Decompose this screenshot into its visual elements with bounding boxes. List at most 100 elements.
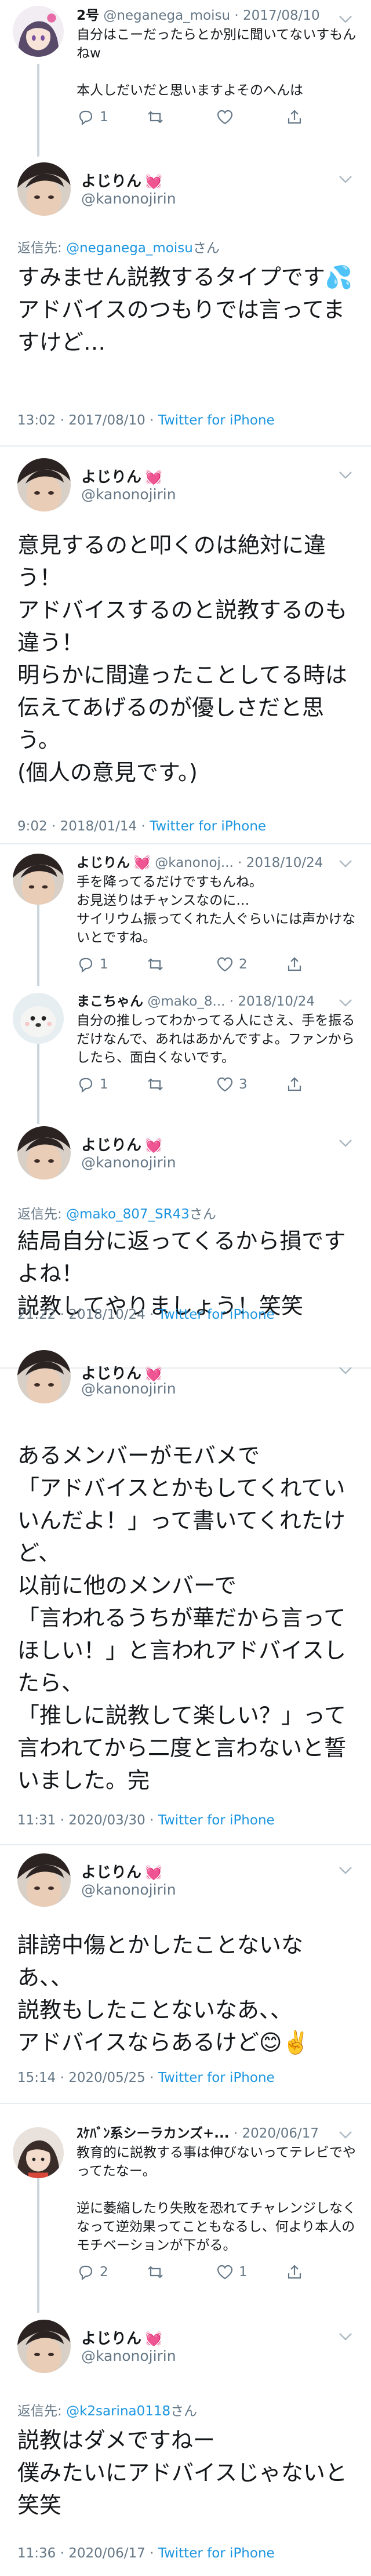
avatar[interactable] (17, 1350, 71, 1403)
more-menu-button[interactable] (337, 2331, 354, 2342)
tweet-date[interactable]: 2017/08/10 (243, 8, 320, 23)
retweet-icon (146, 1075, 165, 1094)
focused-tweet: よじりん 💓 @kanonojirin 返信先: @k2sarina0118さん … (0, 2314, 371, 2576)
handle[interactable]: @kanonojirin (81, 1881, 176, 1898)
avatar[interactable] (17, 458, 71, 511)
handle[interactable]: @mako_8... (147, 994, 225, 1009)
reply-button[interactable]: 2 (77, 2263, 146, 2281)
like-icon (216, 955, 234, 974)
tweet-time[interactable]: 11:36 · 2020/06/17 · (17, 2546, 158, 2561)
display-name[interactable]: よじりん 💓 (81, 169, 162, 191)
reply-to-link[interactable]: @neganega_moisu (66, 241, 193, 256)
display-name[interactable]: よじりん (77, 855, 130, 870)
display-name[interactable]: よじりん 💓 (81, 2327, 162, 2348)
divider (0, 843, 371, 844)
like-button[interactable] (216, 108, 285, 126)
tweet-time[interactable]: 13:02 · 2017/08/10 · (17, 413, 158, 428)
tweet-source[interactable]: Twitter for iPhone (158, 2546, 275, 2561)
focused-tweet: よじりん 💓 @kanonojirin 返信先: @neganega_moisuさ… (0, 157, 371, 435)
tweet-time[interactable]: 11:31 · 2020/03/30 · (17, 1813, 158, 1828)
tweet-date[interactable]: 2020/06/17 (242, 2126, 319, 2141)
avatar[interactable] (13, 993, 64, 1044)
handle[interactable]: @kanonojirin (81, 1154, 176, 1171)
reply-to-link[interactable]: @mako_807_SR43 (66, 1207, 190, 1222)
more-menu-button[interactable] (337, 1138, 354, 1148)
display-name[interactable]: よじりん 💓 (81, 465, 162, 487)
avatar[interactable] (13, 2127, 64, 2178)
action-bar: 2 1 (77, 2261, 358, 2284)
handle[interactable]: @kanonojirin (81, 1380, 176, 1397)
thread-connector (37, 1044, 39, 1124)
tweet-text: 教育的に説教する事は伸びないってテレビでやってたなー。 逆に萎縮したり失敗を恐れ… (77, 2145, 357, 2253)
retweet-icon (146, 955, 165, 974)
handle[interactable]: @kanonojirin (81, 190, 176, 207)
handle[interactable]: @neganega_moisu (103, 8, 230, 23)
retweet-button[interactable] (146, 108, 216, 126)
reply-tweet[interactable]: ｽｹﾊﾞﾝ系シーラカンズ+... · 2020/06/17 教育的に説教する事は… (0, 2116, 371, 2313)
avatar[interactable] (13, 854, 64, 905)
handle[interactable]: @kanonoj... (155, 855, 234, 870)
like-button[interactable]: 1 (216, 2263, 285, 2281)
like-button[interactable]: 3 (216, 1075, 285, 1094)
tweet-text: 手を降ってるだけですもんね。 お見送りはチャンスなのに… サイリウム振ってくれた… (77, 875, 356, 945)
tweet-source[interactable]: Twitter for iPhone (158, 2070, 275, 2085)
display-name[interactable]: よじりん 💓 (81, 1860, 162, 1882)
handle[interactable]: @kanonojirin (81, 486, 176, 503)
more-menu-button[interactable] (337, 858, 354, 869)
like-button[interactable]: 2 (216, 955, 285, 974)
retweet-icon (146, 2263, 165, 2281)
share-icon (285, 1075, 304, 1094)
chevron-down-icon (337, 2331, 354, 2342)
avatar[interactable] (17, 1126, 71, 1180)
tweet-time[interactable]: 9:02 · 2018/01/14 · (17, 819, 150, 834)
more-menu-button[interactable] (337, 1365, 354, 1376)
more-menu-button[interactable] (337, 174, 354, 184)
retweet-button[interactable] (146, 1075, 216, 1094)
chevron-down-icon (337, 1138, 354, 1148)
tweet-source[interactable]: Twitter for iPhone (158, 1307, 275, 1322)
more-menu-button[interactable] (337, 14, 354, 24)
reply-to-link[interactable]: @k2sarina0118 (66, 2404, 170, 2419)
display-name[interactable]: ｽｹﾊﾞﾝ系シーラカンズ+... (77, 2126, 230, 2141)
tweet-source[interactable]: Twitter for iPhone (150, 819, 266, 834)
focused-tweet: よじりん 💓 @kanonojirin 返信先: @mako_807_SR43さん… (0, 1124, 371, 1356)
share-button[interactable] (285, 108, 355, 126)
heart-emoji: 💓 (145, 1366, 162, 1382)
share-button[interactable] (285, 2263, 355, 2281)
action-bar: 1 2 (77, 953, 358, 976)
retweet-button[interactable] (146, 955, 216, 974)
reply-button[interactable]: 1 (77, 108, 146, 126)
heart-emoji: 💓 (145, 1864, 162, 1881)
reply-button[interactable]: 1 (77, 955, 146, 974)
share-button[interactable] (285, 1075, 355, 1094)
more-menu-button[interactable] (337, 2129, 354, 2140)
display-name[interactable]: よじりん 💓 (81, 1133, 162, 1155)
tweet-text: 説教はダメですねー 僕みたいにアドバイスじゃないと笑笑 (17, 2428, 347, 2518)
chevron-down-icon (337, 1865, 354, 1875)
display-name[interactable]: まこちゃん (77, 994, 143, 1009)
avatar[interactable] (17, 2320, 71, 2373)
tweet-time[interactable]: 15:14 · 2020/05/25 · (17, 2070, 158, 2085)
reply-button[interactable]: 1 (77, 1075, 146, 1094)
more-menu-button[interactable] (337, 1865, 354, 1875)
reply-tweet[interactable]: よじりん 💓 @kanonoj... · 2018/10/24 手を降ってるだけで… (0, 848, 371, 987)
tweet-time[interactable]: 21:22 · 2018/10/24 · (17, 1307, 158, 1322)
reply-tweet[interactable]: まこちゃん @mako_8... · 2018/10/24 自分の推しってわかっ… (0, 987, 371, 1124)
tweet-date[interactable]: 2018/10/24 (238, 994, 315, 1009)
tweet-date[interactable]: 2018/10/24 (246, 855, 323, 870)
more-menu-button[interactable] (337, 470, 354, 480)
avatar[interactable] (17, 162, 71, 216)
chevron-down-icon (337, 470, 354, 480)
handle[interactable]: @kanonojirin (81, 2348, 176, 2364)
reply-count: 1 (100, 957, 108, 972)
share-button[interactable] (285, 955, 355, 974)
reply-tweet[interactable]: 2号 @neganega_moisu · 2017/08/10 自分はこーだった… (0, 0, 371, 157)
display-name[interactable]: 2号 (77, 8, 99, 23)
tweet-source[interactable]: Twitter for iPhone (158, 1813, 275, 1828)
reply-count: 1 (100, 1077, 108, 1092)
more-menu-button[interactable] (337, 997, 354, 1008)
tweet-source[interactable]: Twitter for iPhone (158, 413, 275, 428)
avatar[interactable] (17, 1853, 71, 1907)
avatar[interactable] (13, 6, 64, 57)
retweet-button[interactable] (146, 2263, 216, 2281)
